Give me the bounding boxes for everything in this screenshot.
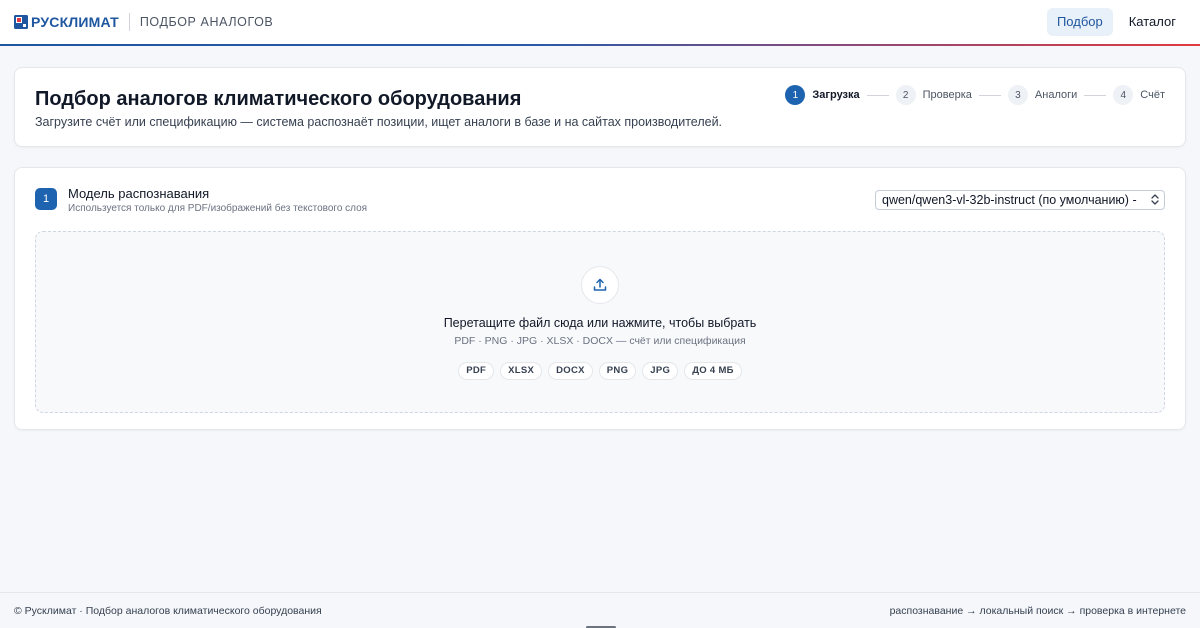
brand-logo-text: РУСКЛИМАТ [31,14,119,30]
step-connector [866,94,889,96]
step-label: Счёт [1140,89,1165,101]
format-chip: PDF [458,362,495,380]
step-review: 2 Проверка [895,85,972,105]
format-chip: DOCX [548,362,593,380]
step-number: 2 [895,85,916,105]
dropzone-formats: PDF · PNG · JPG · XLSX · DOCX — счёт или… [454,335,746,347]
dropzone-title: Перетащите файл сюда или нажмите, чтобы … [443,316,757,330]
format-chips: PDF XLSX DOCX PNG JPG ДО 4 МБ [36,362,1164,380]
file-dropzone[interactable]: Перетащите файл сюда или нажмите, чтобы … [35,231,1165,413]
footer-pipeline: распознавание → локальный поиск → провер… [889,605,1186,617]
header-brand-stripe [0,44,1200,46]
footer-copyright: © Русклимат · Подбор аналогов климатичес… [14,605,322,617]
step-label: Аналоги [1034,89,1078,101]
progress-stepper: 1 Загрузка 2 Проверка 3 Аналоги 4 Счёт [785,85,1165,105]
brand-logo[interactable]: РУСКЛИМАТ [14,14,119,30]
step-connector [1084,94,1107,96]
brand-logo-mark-icon [14,15,28,29]
select-updown-icon [1151,193,1159,207]
main-nav: Подбор Каталог [1046,8,1186,36]
step-invoice: 4 Счёт [1113,85,1165,105]
nav-item-catalog[interactable]: Каталог [1119,8,1186,36]
page-title: Подбор аналогов климатического оборудова… [35,88,522,110]
upload-icon [581,266,619,304]
step-connector [978,94,1001,96]
step-label: Проверка [922,89,972,101]
step-analogs: 3 Аналоги [1007,85,1078,105]
model-section-title: Модель распознавания [68,186,210,201]
step-number: 1 [785,85,806,105]
page-subtitle: Загрузите счёт или спецификацию — систем… [35,115,723,129]
step-upload: 1 Загрузка [785,85,860,105]
format-chip: PNG [598,362,637,380]
header-divider [128,13,130,31]
model-select[interactable]: qwen/qwen3-vl-32b-instruct (по умолчанию… [875,190,1165,210]
page-footer: © Русклимат · Подбор аналогов климатичес… [0,592,1200,628]
format-chip: XLSX [500,362,543,380]
nav-item-podbor[interactable]: Подбор [1046,8,1113,36]
step-number: 3 [1007,85,1028,105]
app-title: ПОДБОР АНАЛОГОВ [139,15,274,29]
section-number-badge: 1 [35,188,57,210]
top-header: РУСКЛИМАТ ПОДБОР АНАЛОГОВ Подбор Каталог [0,0,1200,44]
size-limit-chip: ДО 4 МБ [684,362,742,380]
step-number: 4 [1113,85,1134,105]
upload-card: 1 Модель распознавания Используется толь… [14,167,1186,430]
step-label: Загрузка [812,89,860,101]
format-chip: JPG [642,362,679,380]
intro-card: Подбор аналогов климатического оборудова… [14,67,1186,147]
model-section-hint: Используется только для PDF/изображений … [68,203,368,214]
model-select-value: qwen/qwen3-vl-32b-instruct (по умолчанию… [882,193,1137,207]
